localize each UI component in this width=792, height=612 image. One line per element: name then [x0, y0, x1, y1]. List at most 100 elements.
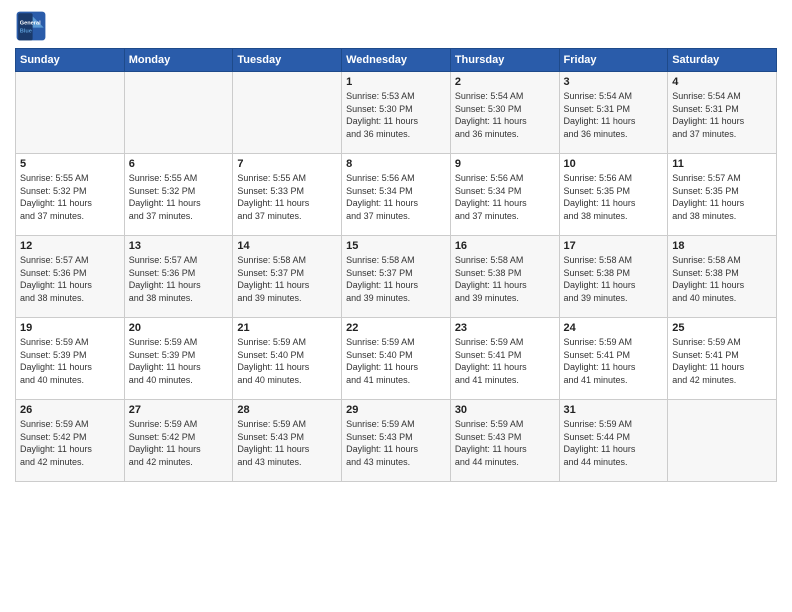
calendar-cell: [233, 72, 342, 154]
day-number: 8: [346, 158, 446, 170]
day-info: Sunrise: 5:55 AM Sunset: 5:32 PM Dayligh…: [129, 172, 229, 222]
day-info: Sunrise: 5:57 AM Sunset: 5:36 PM Dayligh…: [129, 254, 229, 304]
calendar-cell: 28 Sunrise: 5:59 AM Sunset: 5:43 PM Dayli…: [233, 400, 342, 482]
day-number: 20: [129, 322, 229, 334]
day-info: Sunrise: 5:57 AM Sunset: 5:35 PM Dayligh…: [672, 172, 772, 222]
day-number: 9: [455, 158, 555, 170]
calendar-cell: 24Sunrise: 5:59 AM Sunset: 5:41 PM Dayli…: [559, 318, 668, 400]
day-info: Sunrise: 5:59 AM Sunset: 5:40 PM Dayligh…: [237, 336, 337, 386]
weekday-header-cell: Saturday: [668, 49, 777, 72]
calendar-cell: [16, 72, 125, 154]
day-number: 28: [237, 404, 337, 416]
day-info: Sunrise: 5:54 AM Sunset: 5:30 PM Dayligh…: [455, 90, 555, 140]
day-info: Sunrise: 5:53 AM Sunset: 5:30 PM Dayligh…: [346, 90, 446, 140]
day-number: 26: [20, 404, 120, 416]
calendar-cell: 17 Sunrise: 5:58 AM Sunset: 5:38 PM Dayli…: [559, 236, 668, 318]
calendar-cell: 7Sunrise: 5:55 AM Sunset: 5:33 PM Daylig…: [233, 154, 342, 236]
day-info: Sunrise: 5:54 AM Sunset: 5:31 PM Dayligh…: [564, 90, 664, 140]
day-info: Sunrise: 5:56 AM Sunset: 5:35 PM Dayligh…: [564, 172, 664, 222]
calendar-cell: 11 Sunrise: 5:57 AM Sunset: 5:35 PM Dayli…: [668, 154, 777, 236]
day-number: 27: [129, 404, 229, 416]
day-info: Sunrise: 5:59 AM Sunset: 5:41 PM Dayligh…: [672, 336, 772, 386]
day-number: 5: [20, 158, 120, 170]
calendar-body: 1 Sunrise: 5:53 AM Sunset: 5:30 PM Daylig…: [16, 72, 777, 482]
calendar-week-row: 19 Sunrise: 5:59 AM Sunset: 5:39 PM Dayli…: [16, 318, 777, 400]
calendar-cell: 1 Sunrise: 5:53 AM Sunset: 5:30 PM Daylig…: [342, 72, 451, 154]
calendar-cell: 29Sunrise: 5:59 AM Sunset: 5:43 PM Dayli…: [342, 400, 451, 482]
day-info: Sunrise: 5:59 AM Sunset: 5:41 PM Dayligh…: [564, 336, 664, 386]
day-info: Sunrise: 5:58 AM Sunset: 5:38 PM Dayligh…: [564, 254, 664, 304]
day-number: 31: [564, 404, 664, 416]
calendar-cell: 19Sunrise: 5:59 AM Sunset: 5:39 PM Dayli…: [16, 318, 125, 400]
day-number: 11: [672, 158, 772, 170]
day-number: 10: [564, 158, 664, 170]
day-info: Sunrise: 5:59 AM Sunset: 5:43 PM Dayligh…: [237, 418, 337, 468]
logo-icon: General Blue: [15, 10, 47, 42]
calendar-table: SundayMondayTuesdayWednesdayThursdayFrid…: [15, 48, 777, 482]
day-info: Sunrise: 5:57 AM Sunset: 5:36 PM Dayligh…: [20, 254, 120, 304]
calendar-week-row: 26 Sunrise: 5:59 AM Sunset: 5:42 PM Dayli…: [16, 400, 777, 482]
day-info: Sunrise: 5:58 AM Sunset: 5:38 PM Dayligh…: [672, 254, 772, 304]
day-number: 22: [346, 322, 446, 334]
svg-text:Blue: Blue: [20, 28, 32, 34]
day-number: 18: [672, 240, 772, 252]
day-number: 16: [455, 240, 555, 252]
day-info: Sunrise: 5:56 AM Sunset: 5:34 PM Dayligh…: [346, 172, 446, 222]
calendar-cell: [124, 72, 233, 154]
day-info: Sunrise: 5:58 AM Sunset: 5:38 PM Dayligh…: [455, 254, 555, 304]
calendar-cell: 4Sunrise: 5:54 AM Sunset: 5:31 PM Daylig…: [668, 72, 777, 154]
day-info: Sunrise: 5:59 AM Sunset: 5:42 PM Dayligh…: [20, 418, 120, 468]
calendar-cell: 27Sunrise: 5:59 AM Sunset: 5:42 PM Dayli…: [124, 400, 233, 482]
calendar-cell: 13 Sunrise: 5:57 AM Sunset: 5:36 PM Dayli…: [124, 236, 233, 318]
calendar-week-row: 12 Sunrise: 5:57 AM Sunset: 5:36 PM Dayli…: [16, 236, 777, 318]
day-number: 15: [346, 240, 446, 252]
calendar-cell: 8 Sunrise: 5:56 AM Sunset: 5:34 PM Daylig…: [342, 154, 451, 236]
day-number: 1: [346, 76, 446, 88]
calendar-cell: 16 Sunrise: 5:58 AM Sunset: 5:38 PM Dayli…: [450, 236, 559, 318]
calendar-cell: 10 Sunrise: 5:56 AM Sunset: 5:35 PM Dayli…: [559, 154, 668, 236]
day-info: Sunrise: 5:56 AM Sunset: 5:34 PM Dayligh…: [455, 172, 555, 222]
calendar-cell: 26 Sunrise: 5:59 AM Sunset: 5:42 PM Dayli…: [16, 400, 125, 482]
day-number: 29: [346, 404, 446, 416]
day-number: 23: [455, 322, 555, 334]
calendar-cell: 18 Sunrise: 5:58 AM Sunset: 5:38 PM Dayli…: [668, 236, 777, 318]
day-number: 14: [237, 240, 337, 252]
weekday-header-cell: Friday: [559, 49, 668, 72]
logo: General Blue: [15, 10, 51, 42]
calendar-cell: 31 Sunrise: 5:59 AM Sunset: 5:44 PM Dayli…: [559, 400, 668, 482]
calendar-cell: 12 Sunrise: 5:57 AM Sunset: 5:36 PM Dayli…: [16, 236, 125, 318]
day-info: Sunrise: 5:59 AM Sunset: 5:44 PM Dayligh…: [564, 418, 664, 468]
day-number: 3: [564, 76, 664, 88]
day-info: Sunrise: 5:59 AM Sunset: 5:41 PM Dayligh…: [455, 336, 555, 386]
calendar-cell: 14 Sunrise: 5:58 AM Sunset: 5:37 PM Dayli…: [233, 236, 342, 318]
day-number: 6: [129, 158, 229, 170]
day-info: Sunrise: 5:59 AM Sunset: 5:40 PM Dayligh…: [346, 336, 446, 386]
weekday-header-cell: Monday: [124, 49, 233, 72]
weekday-header-cell: Wednesday: [342, 49, 451, 72]
day-number: 30: [455, 404, 555, 416]
calendar-cell: [668, 400, 777, 482]
day-number: 12: [20, 240, 120, 252]
day-info: Sunrise: 5:55 AM Sunset: 5:33 PM Dayligh…: [237, 172, 337, 222]
day-number: 2: [455, 76, 555, 88]
calendar-week-row: 1 Sunrise: 5:53 AM Sunset: 5:30 PM Daylig…: [16, 72, 777, 154]
weekday-header-row: SundayMondayTuesdayWednesdayThursdayFrid…: [16, 49, 777, 72]
day-info: Sunrise: 5:59 AM Sunset: 5:43 PM Dayligh…: [455, 418, 555, 468]
day-info: Sunrise: 5:58 AM Sunset: 5:37 PM Dayligh…: [237, 254, 337, 304]
day-info: Sunrise: 5:58 AM Sunset: 5:37 PM Dayligh…: [346, 254, 446, 304]
calendar-cell: 30 Sunrise: 5:59 AM Sunset: 5:43 PM Dayli…: [450, 400, 559, 482]
calendar-cell: 23 Sunrise: 5:59 AM Sunset: 5:41 PM Dayli…: [450, 318, 559, 400]
weekday-header-cell: Thursday: [450, 49, 559, 72]
day-number: 17: [564, 240, 664, 252]
day-number: 13: [129, 240, 229, 252]
day-number: 19: [20, 322, 120, 334]
day-number: 25: [672, 322, 772, 334]
calendar-cell: 9 Sunrise: 5:56 AM Sunset: 5:34 PM Daylig…: [450, 154, 559, 236]
weekday-header-cell: Sunday: [16, 49, 125, 72]
calendar-cell: 6 Sunrise: 5:55 AM Sunset: 5:32 PM Daylig…: [124, 154, 233, 236]
header: General Blue: [15, 10, 777, 42]
day-number: 4: [672, 76, 772, 88]
day-number: 21: [237, 322, 337, 334]
calendar-cell: 25 Sunrise: 5:59 AM Sunset: 5:41 PM Dayli…: [668, 318, 777, 400]
day-info: Sunrise: 5:59 AM Sunset: 5:39 PM Dayligh…: [129, 336, 229, 386]
